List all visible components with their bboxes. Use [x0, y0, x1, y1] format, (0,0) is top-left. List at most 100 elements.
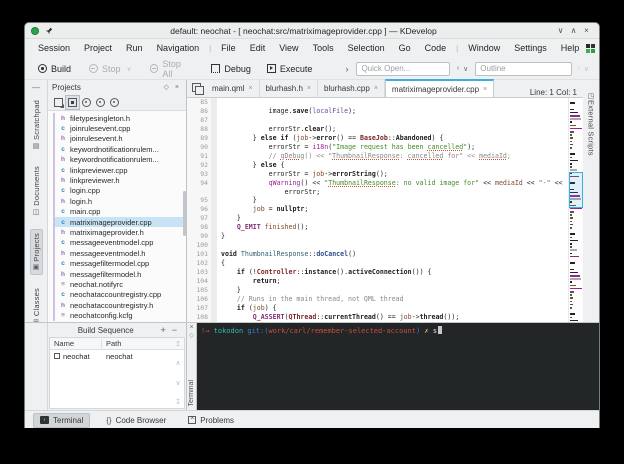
- activities-grid-icon[interactable]: [586, 44, 595, 53]
- add-target-button[interactable]: +: [157, 325, 168, 335]
- line-number[interactable]: 86: [187, 107, 211, 116]
- code-line[interactable]: 88 errorStr.clear();: [187, 125, 583, 134]
- menu-tools[interactable]: Tools: [306, 39, 341, 58]
- statusbar-problems-button[interactable]: Problems: [182, 414, 240, 427]
- menu-project[interactable]: Project: [77, 39, 119, 58]
- code-line[interactable]: 87: [187, 116, 583, 125]
- code-line[interactable]: 102{: [187, 259, 583, 268]
- move-down-icon[interactable]: ∨: [175, 379, 180, 387]
- line-number[interactable]: 93: [187, 170, 211, 179]
- editor-tab-blurhash-cpp[interactable]: blurhash.cpp×: [318, 80, 385, 97]
- code-line[interactable]: 97 }: [187, 214, 583, 223]
- move-top-icon[interactable]: ↥: [175, 340, 181, 348]
- close-panel-icon[interactable]: ×: [172, 84, 182, 91]
- menu-code[interactable]: Code: [418, 39, 454, 58]
- line-number[interactable]: 100: [187, 241, 211, 250]
- statusbar-code-browser-button[interactable]: {}Code Browser: [100, 414, 172, 427]
- tree-item[interactable]: cjoinrulesevent.cpp: [55, 123, 186, 133]
- menu-edit[interactable]: Edit: [243, 39, 273, 58]
- line-number[interactable]: 98: [187, 223, 211, 232]
- build-selection-icon[interactable]: [82, 98, 91, 107]
- statusbar-terminal-button[interactable]: ›Terminal: [33, 413, 90, 428]
- tree-item[interactable]: cmessageeventmodel.cpp: [55, 238, 186, 248]
- code-line[interactable]: 85: [187, 98, 583, 107]
- line-number[interactable]: 95: [187, 196, 211, 205]
- editor-tab-main-qml[interactable]: main.qml×: [206, 80, 260, 97]
- line-number[interactable]: 105: [187, 286, 211, 295]
- code-line[interactable]: 108 Q_ASSERT(QThread::currentThread() ==…: [187, 313, 583, 322]
- tree-item[interactable]: hfiletypesingleton.h: [55, 113, 186, 123]
- tree-item[interactable]: hlinkpreviewer.h: [55, 175, 186, 185]
- line-number[interactable]: 102: [187, 259, 211, 268]
- move-up-icon[interactable]: ∧: [175, 359, 180, 367]
- install-selection-icon[interactable]: [96, 98, 105, 107]
- code-line[interactable]: 86 image.save(localFile);: [187, 107, 583, 116]
- tree-item[interactable]: hmessagefiltermodel.h: [55, 269, 186, 279]
- code-line[interactable]: 99}: [187, 232, 583, 241]
- tree-item[interactable]: hlogin.h: [55, 196, 186, 206]
- code-line[interactable]: errorStr;: [187, 188, 583, 197]
- close-terminal-icon[interactable]: ×: [189, 323, 193, 332]
- sidebar-tab-projects[interactable]: Projects▣: [30, 229, 43, 276]
- code-line[interactable]: 91 // qDebug() << "ThumbnailResponse: ca…: [187, 152, 583, 161]
- sidebar-tab-scratchpad[interactable]: Scratchpad▤: [31, 97, 42, 153]
- line-number[interactable]: 87: [187, 116, 211, 125]
- minimap[interactable]: [568, 98, 583, 322]
- line-number[interactable]: 92: [187, 161, 211, 170]
- line-number[interactable]: [187, 188, 211, 197]
- line-number[interactable]: 101: [187, 250, 211, 259]
- code-line[interactable]: 90 errorStr = i18n("Image request has be…: [187, 143, 583, 152]
- line-number[interactable]: 96: [187, 205, 211, 214]
- close-button[interactable]: ×: [580, 24, 593, 38]
- menu-window[interactable]: Window: [461, 39, 507, 58]
- menu-selection[interactable]: Selection: [341, 39, 392, 58]
- menu-view[interactable]: View: [272, 39, 305, 58]
- tree-item[interactable]: cmain.cpp: [55, 207, 186, 217]
- editor-tab-blurhash-h[interactable]: blurhash.h×: [260, 80, 318, 97]
- outline-input[interactable]: Outline: [475, 62, 571, 76]
- tree-item[interactable]: cmessagefiltermodel.cpp: [55, 258, 186, 268]
- sidebar-tab-documents[interactable]: Documents◫: [31, 163, 42, 219]
- line-number[interactable]: 90: [187, 143, 211, 152]
- menu-go[interactable]: Go: [392, 39, 418, 58]
- line-number[interactable]: 106: [187, 295, 211, 304]
- quick-open-input[interactable]: Quick Open...: [356, 62, 449, 76]
- minimize-button[interactable]: ∨: [554, 24, 567, 38]
- tree-item[interactable]: ≡neochatconfig.kcfg: [55, 310, 186, 320]
- code-line[interactable]: 89 } else if (job->error() == BaseJob::A…: [187, 134, 583, 143]
- menu-file[interactable]: File: [214, 39, 243, 58]
- line-number[interactable]: 91: [187, 152, 211, 161]
- close-tab-icon[interactable]: ×: [374, 85, 378, 92]
- tree-item[interactable]: clinkpreviewer.cpp: [55, 165, 186, 175]
- line-number[interactable]: 94: [187, 179, 211, 188]
- close-tab-icon[interactable]: ×: [248, 85, 252, 92]
- line-number[interactable]: 85: [187, 98, 211, 107]
- line-number[interactable]: 99: [187, 232, 211, 241]
- line-number[interactable]: 103: [187, 268, 211, 277]
- line-number[interactable]: 104: [187, 277, 211, 286]
- float-terminal-icon[interactable]: ◇: [189, 332, 194, 340]
- tree-item[interactable]: clogin.cpp: [55, 186, 186, 196]
- toolbar-expand-icon[interactable]: ›: [345, 64, 348, 74]
- code-line[interactable]: 107 if (job) {: [187, 304, 583, 313]
- code-line[interactable]: 95 }: [187, 196, 583, 205]
- titlebar[interactable]: default: neochat - [ neochat:src/matrixi…: [25, 23, 599, 39]
- code-line[interactable]: 100: [187, 241, 583, 250]
- float-panel-icon[interactable]: ◇: [161, 83, 172, 91]
- quick-open-dropdown-icon[interactable]: ∨: [461, 65, 470, 73]
- minimap-viewport[interactable]: [569, 172, 583, 208]
- remove-target-button[interactable]: −: [169, 325, 180, 335]
- code-view[interactable]: 8586 image.save(localFile);8788 errorStr…: [187, 98, 583, 322]
- configure-selection-icon[interactable]: [110, 98, 119, 107]
- tree-item[interactable]: ckeywordnotificationrulem...: [55, 144, 186, 154]
- line-number[interactable]: 107: [187, 304, 211, 313]
- terminal-screen[interactable]: !→ tokodon git:(work/carl/remember-selec…: [197, 323, 599, 410]
- code-line[interactable]: 94 qWarning() << "ThumbnailResponse: no …: [187, 179, 583, 188]
- tree-item[interactable]: hjoinrulesevent.h: [55, 134, 186, 144]
- code-line[interactable]: 105 }: [187, 286, 583, 295]
- debug-button[interactable]: Debug: [206, 62, 256, 76]
- line-number[interactable]: 97: [187, 214, 211, 223]
- project-file-tree[interactable]: hfiletypesingleton.hcjoinrulesevent.cpph…: [48, 110, 186, 322]
- tree-item[interactable]: cmatriximageprovider.cpp: [55, 217, 186, 227]
- code-line[interactable]: 98 Q_EMIT finished();: [187, 223, 583, 232]
